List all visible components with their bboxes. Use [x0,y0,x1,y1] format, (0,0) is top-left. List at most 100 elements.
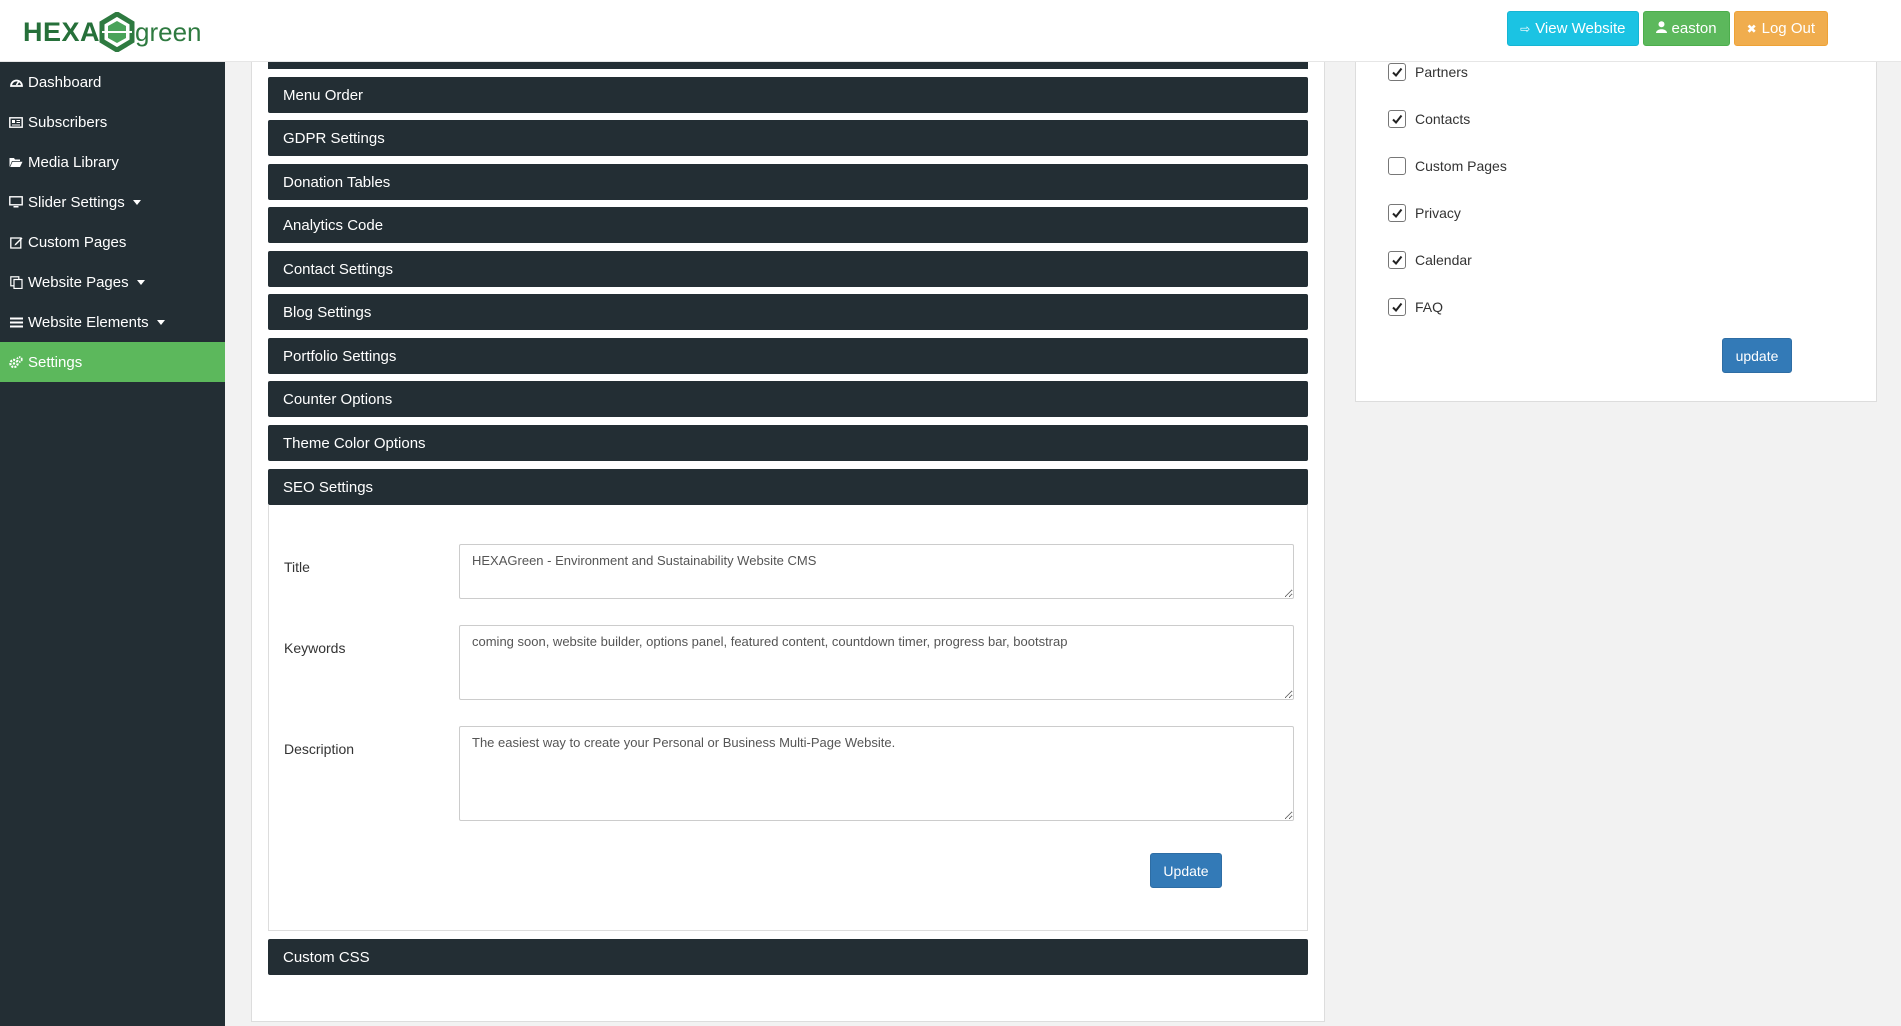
view-website-label: View Website [1535,20,1626,37]
user-icon [1655,21,1667,36]
accordion-donation-tables[interactable]: Donation Tables [268,164,1308,200]
cogs-icon [9,355,23,369]
sidebar-item-website-elements[interactable]: Website Elements [0,302,225,342]
seo-settings-form: Title Keywords Description Update [268,505,1308,931]
seo-update-button[interactable]: Update [1150,853,1222,888]
copy-icon [9,275,23,289]
sidebar-item-label: Slider Settings [28,193,125,211]
sign-out-icon: ⇨ [1520,21,1531,36]
caret-down-icon [156,319,165,325]
accordion-label: Theme Color Options [283,434,426,452]
accordion-analytics-code[interactable]: Analytics Code [268,207,1308,243]
checkbox-label: Partners [1415,64,1468,80]
accordion-custom-css[interactable]: Custom CSS [268,939,1308,975]
sidebar-item-label: Settings [28,353,83,371]
title-label: Title [284,559,310,575]
accordion-label: Blog Settings [283,303,372,321]
checkbox-label: Privacy [1415,205,1461,221]
sidebar-item-media-library[interactable]: Media Library [0,142,225,182]
accordion-blog-settings[interactable]: Blog Settings [268,294,1308,330]
checkbox-label: Custom Pages [1415,158,1507,174]
checkbox-row-partners[interactable]: Partners [1388,63,1468,81]
desktop-icon [9,195,23,209]
checkbox-row-calendar[interactable]: Calendar [1388,251,1472,269]
accordion-portfolio-settings[interactable]: Portfolio Settings [268,338,1308,374]
sidebar-item-label: Custom Pages [28,233,127,251]
edit-icon [9,235,23,249]
dashboard-icon [9,75,23,89]
newspaper-icon [9,115,23,129]
sidebar-item-slider-settings[interactable]: Slider Settings [0,182,225,222]
header-actions: ⇨ View Website easton ✖ Log Out [1507,11,1828,46]
checkbox-label: Calendar [1415,252,1472,268]
sidebar-item-label: Subscribers [28,113,108,131]
accordion-label: Portfolio Settings [283,347,397,365]
accordion-label: GDPR Settings [283,129,385,147]
accordion-label: Custom CSS [283,948,370,966]
user-label: easton [1671,20,1717,37]
accordion-label: Contact Settings [283,260,394,278]
sidebar-item-label: Website Elements [28,313,149,331]
accordion-header-partial[interactable] [268,62,1308,69]
accordion-menu-order[interactable]: Menu Order [268,77,1308,113]
user-button[interactable]: easton [1642,11,1730,46]
checkbox-row-faq[interactable]: FAQ [1388,298,1443,316]
checkbox-label: Contacts [1415,111,1471,127]
checkmark-icon [1392,208,1403,219]
hexagon-logo-icon [99,12,135,52]
seo-description-field[interactable] [459,726,1294,821]
checkbox[interactable] [1388,63,1406,81]
seo-keywords-field[interactable] [459,625,1294,700]
description-label: Description [284,741,355,757]
accordion-label: Counter Options [283,390,393,408]
logo-text-hexa: HEXA [23,16,101,47]
sidebar: Dashboard Subscribers Media Library Slid… [0,62,225,1026]
keywords-label: Keywords [284,640,346,656]
sidebar-item-label: Website Pages [28,273,129,291]
accordion-contact-settings[interactable]: Contact Settings [268,251,1308,287]
checkbox[interactable] [1388,298,1406,316]
caret-down-icon [132,199,141,205]
logo-text-green: green [135,16,202,47]
checkbox[interactable] [1388,157,1406,175]
sidebar-item-website-pages[interactable]: Website Pages [0,262,225,302]
accordion-label: SEO Settings [283,478,374,496]
logout-label: Log Out [1761,20,1815,37]
sidebar-item-custom-pages[interactable]: Custom Pages [0,222,225,262]
bars-icon [9,315,23,329]
logo[interactable]: HEXA green [23,12,202,52]
checkmark-icon [1392,302,1403,313]
checkbox-row-custom-pages[interactable]: Custom Pages [1388,157,1507,175]
sidebar-item-subscribers[interactable]: Subscribers [0,102,225,142]
accordion-label: Analytics Code [283,216,384,234]
accordion-gdpr-settings[interactable]: GDPR Settings [268,120,1308,156]
accordion-seo-settings[interactable]: SEO Settings [268,469,1308,505]
checkbox[interactable] [1388,251,1406,269]
checkbox-label: FAQ [1415,299,1444,315]
checkbox-row-privacy[interactable]: Privacy [1388,204,1461,222]
accordion-label: Menu Order [283,86,364,104]
settings-panel: Menu Order GDPR Settings Donation Tables… [251,62,1325,1022]
logout-button[interactable]: ✖ Log Out [1733,11,1828,46]
seo-title-field[interactable] [459,544,1294,599]
sidebar-item-label: Media Library [28,153,119,171]
folder-open-icon [9,155,23,169]
menu-update-button[interactable]: update [1722,338,1792,373]
close-icon: ✖ [1746,21,1757,36]
checkmark-icon [1392,114,1403,125]
checkbox[interactable] [1388,204,1406,222]
sidebar-item-label: Dashboard [28,73,102,91]
menu-visibility-panel: Partners Contacts Custom Pages Privacy C… [1355,62,1877,402]
checkmark-icon [1392,255,1403,266]
sidebar-item-settings[interactable]: Settings [0,342,225,382]
view-website-button[interactable]: ⇨ View Website [1507,11,1639,46]
accordion-counter-options[interactable]: Counter Options [268,381,1308,417]
accordion-theme-color-options[interactable]: Theme Color Options [268,425,1308,461]
checkbox-row-contacts[interactable]: Contacts [1388,110,1470,128]
checkbox[interactable] [1388,110,1406,128]
caret-down-icon [136,279,145,285]
top-header: HEXA green ⇨ View Website easton ✖ Log O… [0,0,1901,62]
checkmark-icon [1392,67,1403,78]
accordion-label: Donation Tables [283,173,391,191]
sidebar-item-dashboard[interactable]: Dashboard [0,62,225,102]
